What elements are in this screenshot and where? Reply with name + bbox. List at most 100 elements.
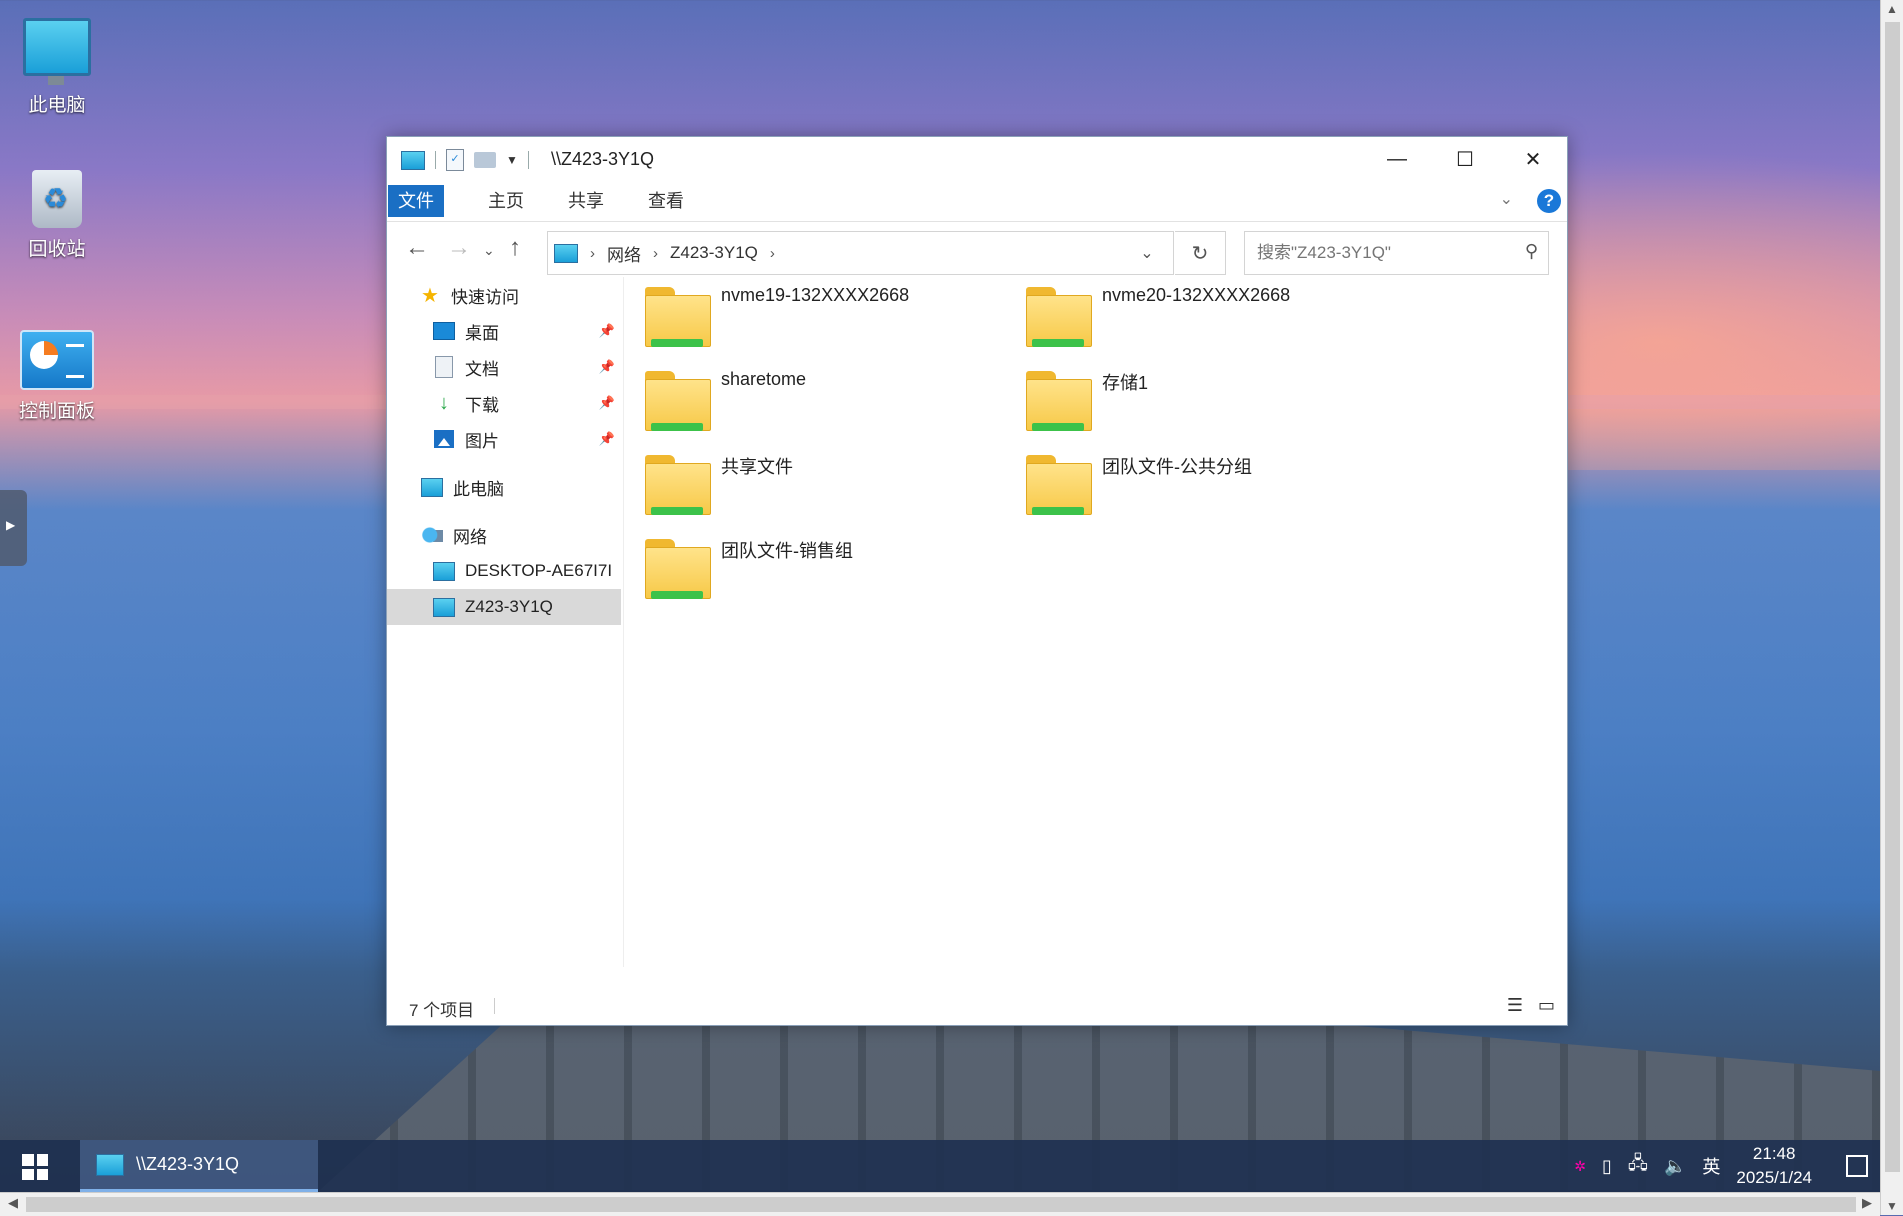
- document-icon: [435, 356, 453, 378]
- nav-quick-access[interactable]: ★ 快速访问: [419, 277, 621, 313]
- folder-item[interactable]: 团队文件-公共分组: [1026, 453, 1386, 525]
- customize-toolbar-icon[interactable]: ▼: [506, 153, 518, 167]
- system-tray: ✲ ▯ 🖧 🔈 英 21:48 2025/1/24: [1574, 1140, 1880, 1192]
- network-status-icon[interactable]: 🖧: [1628, 1151, 1648, 1181]
- monitor-icon: [23, 18, 91, 85]
- network-icon: [421, 526, 443, 544]
- explorer-window: ✓ ▼ \\Z423-3Y1Q — ☐ ✕ 文件 主页 共享 查看 ⌄ ? ← …: [386, 136, 1568, 1026]
- quick-access-toolbar: ✓ ▼: [401, 149, 529, 171]
- address-dropdown-icon[interactable]: ⌄: [1121, 232, 1173, 274]
- chevron-right-icon[interactable]: ›: [590, 245, 595, 262]
- clock[interactable]: 21:48 2025/1/24: [1736, 1142, 1812, 1190]
- pictures-icon: [434, 430, 454, 448]
- folder-item[interactable]: 存储1: [1026, 369, 1386, 441]
- side-panel-handle[interactable]: ▶: [0, 490, 27, 566]
- navigation-bar: ← → ⌄ ↑ › 网络 › Z423-3Y1Q › ⌄ ↻ ⚲: [387, 222, 1567, 278]
- nav-this-pc[interactable]: 此电脑: [387, 469, 621, 505]
- scroll-thumb[interactable]: [1885, 22, 1900, 1172]
- clock-date: 2025/1/24: [1736, 1168, 1812, 1187]
- scroll-thumb[interactable]: [26, 1197, 1856, 1212]
- desktop-icon-control-panel[interactable]: 控制面板: [12, 330, 102, 423]
- folder-item[interactable]: 团队文件-销售组: [645, 537, 1005, 609]
- nav-network[interactable]: 网络: [387, 517, 621, 553]
- ime-indicator[interactable]: 英: [1702, 1153, 1720, 1179]
- title-bar[interactable]: ✓ ▼ \\Z423-3Y1Q — ☐ ✕: [387, 137, 1567, 181]
- pin-icon: 📌: [598, 359, 615, 374]
- desktop-icon-this-pc[interactable]: 此电脑: [12, 18, 102, 117]
- folder-name: sharetome: [721, 369, 807, 389]
- folder-item[interactable]: nvme19-132XXXX2668: [645, 285, 1005, 357]
- tab-share[interactable]: 共享: [555, 185, 617, 217]
- scroll-left-icon[interactable]: ◀: [8, 1195, 18, 1211]
- new-folder-icon[interactable]: [474, 152, 496, 168]
- taskbar-app-label: \\Z423-3Y1Q: [136, 1154, 240, 1174]
- folder-item[interactable]: nvme20-132XXXX2668: [1026, 285, 1386, 357]
- start-button[interactable]: [22, 1154, 48, 1180]
- nav-label: 图片: [465, 431, 499, 451]
- control-panel-icon: [20, 330, 94, 390]
- breadcrumb-host[interactable]: Z423-3Y1Q: [670, 243, 758, 263]
- taskbar: \\Z423-3Y1Q ✲ ▯ 🖧 🔈 英 21:48 2025/1/24: [0, 1140, 1880, 1192]
- folder-grid: nvme19-132XXXX2668 nvme20-132XXXX2668 sh…: [645, 285, 1545, 945]
- tab-file[interactable]: 文件: [388, 185, 444, 217]
- folder-item[interactable]: 共享文件: [645, 453, 1005, 525]
- usb-icon[interactable]: ▯: [1602, 1156, 1612, 1177]
- desktop-icon-label: 此电脑: [28, 95, 86, 116]
- scroll-up-icon[interactable]: ▲: [1886, 2, 1898, 16]
- address-bar[interactable]: › 网络 › Z423-3Y1Q › ⌄: [547, 231, 1174, 275]
- folder-item[interactable]: sharetome: [645, 369, 1005, 441]
- divider: [527, 151, 529, 169]
- window-title: \\Z423-3Y1Q: [551, 149, 655, 169]
- vertical-scrollbar[interactable]: ▲ ▼: [1880, 0, 1903, 1215]
- nav-label: 文档: [465, 359, 499, 379]
- expand-ribbon-icon[interactable]: ⌄: [1500, 189, 1513, 209]
- chevron-right-icon[interactable]: ›: [770, 245, 775, 262]
- volume-icon[interactable]: 🔈: [1664, 1156, 1686, 1177]
- folder-name: nvme19-132XXXX2668: [721, 285, 910, 305]
- mouse-cursor-icon: [875, 808, 891, 836]
- nav-label: 下载: [465, 395, 499, 415]
- nav-label: Z423-3Y1Q: [465, 597, 553, 616]
- refresh-button[interactable]: ↻: [1175, 231, 1226, 275]
- nav-downloads[interactable]: ↓ 下载 📌: [387, 385, 621, 421]
- monitor-icon: [421, 477, 443, 497]
- nav-network-desktop[interactable]: DESKTOP-AE67I7I: [387, 553, 621, 589]
- status-bar: 7 个项目 ☰ ▭: [387, 987, 1567, 1025]
- recent-locations-icon[interactable]: ⌄: [483, 242, 495, 259]
- nav-desktop[interactable]: 桌面 📌: [387, 313, 621, 349]
- maximize-button[interactable]: ☐: [1431, 137, 1499, 181]
- tab-view[interactable]: 查看: [635, 185, 697, 217]
- notification-icon[interactable]: [1846, 1155, 1868, 1177]
- computer-icon: [433, 561, 455, 581]
- close-button[interactable]: ✕: [1499, 137, 1567, 181]
- scroll-right-icon[interactable]: ▶: [1862, 1195, 1872, 1211]
- shared-folder-icon: [1026, 455, 1092, 515]
- star-icon: ★: [421, 284, 439, 307]
- up-button[interactable]: ↑: [509, 234, 521, 262]
- details-view-icon[interactable]: ☰: [1507, 995, 1523, 1016]
- back-button[interactable]: ←: [405, 234, 429, 262]
- nav-documents[interactable]: 文档 📌: [387, 349, 621, 385]
- help-icon[interactable]: ?: [1537, 189, 1561, 213]
- tab-home[interactable]: 主页: [475, 185, 537, 217]
- nav-label: 桌面: [465, 323, 499, 343]
- search-icon[interactable]: ⚲: [1525, 241, 1538, 262]
- nav-network-z423[interactable]: Z423-3Y1Q: [387, 589, 621, 625]
- scroll-down-icon[interactable]: ▼: [1886, 1199, 1898, 1213]
- desktop-icon-recycle-bin[interactable]: 回收站: [12, 170, 102, 261]
- color-dots-icon[interactable]: ✲: [1574, 1158, 1586, 1175]
- pin-icon: 📌: [598, 395, 615, 410]
- nav-pictures[interactable]: 图片 📌: [387, 421, 621, 457]
- taskbar-app-explorer[interactable]: \\Z423-3Y1Q: [80, 1140, 318, 1192]
- search-box: ⚲: [1244, 231, 1549, 275]
- minimize-button[interactable]: —: [1363, 137, 1431, 181]
- forward-button[interactable]: →: [447, 234, 471, 262]
- large-icons-view-icon[interactable]: ▭: [1538, 995, 1555, 1016]
- properties-icon[interactable]: ✓: [446, 149, 464, 171]
- horizontal-scrollbar[interactable]: ◀ ▶: [0, 1192, 1880, 1216]
- search-input[interactable]: [1245, 232, 1509, 274]
- computer-icon: [433, 597, 455, 617]
- breadcrumb-network[interactable]: 网络: [607, 241, 641, 266]
- recycle-bin-icon: [32, 170, 82, 228]
- chevron-right-icon[interactable]: ›: [653, 245, 658, 262]
